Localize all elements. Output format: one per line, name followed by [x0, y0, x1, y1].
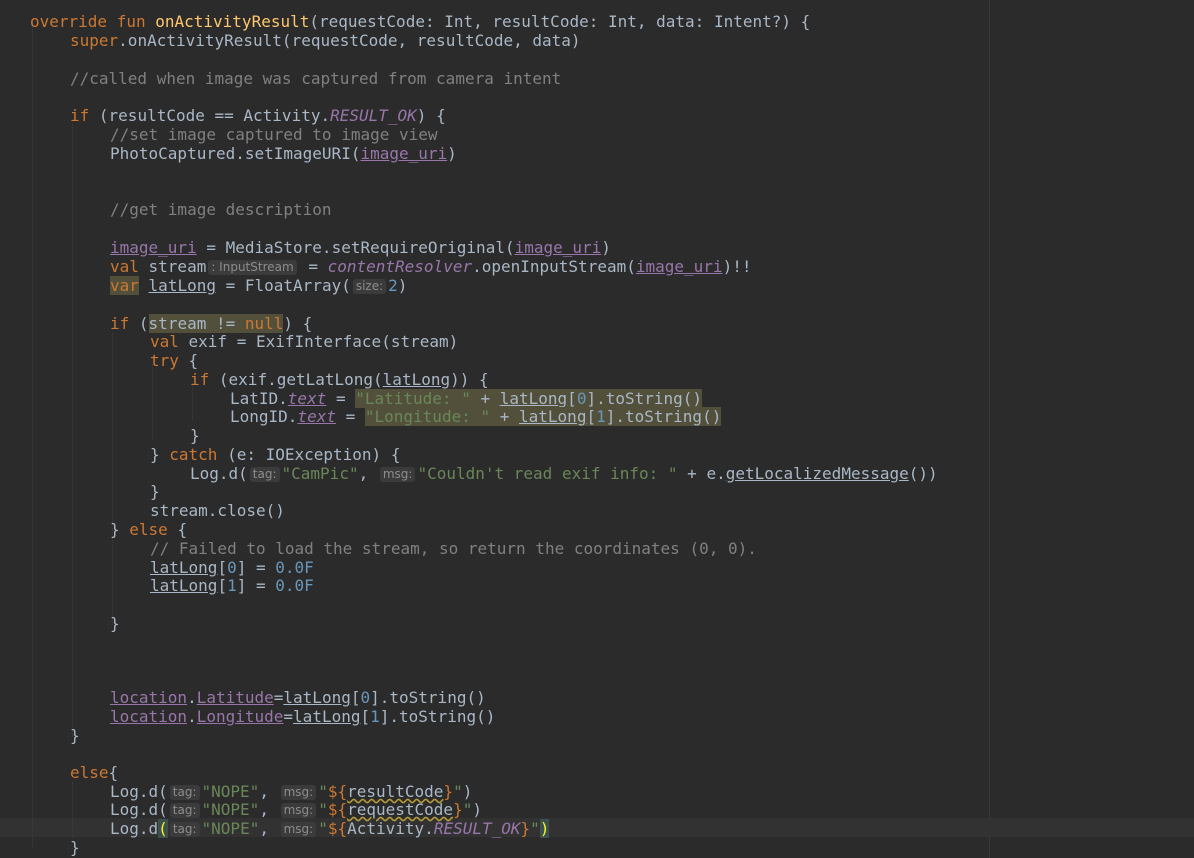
parameter-hint: msg: — [280, 803, 317, 818]
code-line-45[interactable]: } — [70, 838, 80, 857]
code-editor[interactable]: override fun onActivityResult(requestCod… — [0, 0, 1194, 858]
code-line-29[interactable]: // Failed to load the stream, so return … — [150, 539, 757, 558]
indent-guide — [32, 22, 34, 848]
code-line-18[interactable]: val exif = ExifInterface(stream) — [150, 332, 458, 351]
code-line-43[interactable]: Log.d(tag: "NOPE", msg: "${requestCode}") — [110, 800, 482, 819]
parameter-hint: size: — [352, 279, 387, 294]
code-line-6[interactable]: if (resultCode == Activity.RESULT_OK) { — [70, 106, 446, 125]
code-line-1[interactable]: override fun onActivityResult(requestCod… — [30, 12, 810, 31]
parameter-hint: tag: — [249, 467, 280, 482]
code-line-38[interactable]: location.Longitude=latLong[1].toString() — [110, 707, 495, 726]
parameter-hint: msg: — [280, 785, 317, 800]
indent-guide — [112, 333, 114, 623]
type-hint: : InputStream — [208, 260, 297, 275]
code-line-44[interactable]: Log.d(tag: "NOPE", msg: "${Activity.RESULT… — [110, 819, 550, 838]
code-line-31[interactable]: latLong[1] = 0.0F — [150, 576, 314, 595]
code-line-4[interactable]: //called when image was captured from ca… — [70, 69, 561, 88]
parameter-hint: msg: — [379, 467, 416, 482]
parameter-hint: msg: — [280, 822, 317, 837]
code-line-30[interactable]: latLong[0] = 0.0F — [150, 558, 314, 577]
code-line-23[interactable]: } — [190, 426, 200, 445]
code-line-8[interactable]: PhotoCaptured.setImageURI(image_uri) — [110, 144, 457, 163]
code-line-28[interactable]: } else { — [110, 520, 187, 539]
code-line-33[interactable]: } — [110, 614, 120, 633]
indent-guide — [152, 364, 154, 440]
right-margin-guide — [989, 0, 990, 858]
parameter-hint: tag: — [169, 803, 200, 818]
code-line-26[interactable]: } — [150, 482, 160, 501]
code-line-20[interactable]: if (exif.getLatLong(latLong)) { — [190, 370, 489, 389]
code-line-13[interactable]: image_uri = MediaStore.setRequireOrigina… — [110, 238, 611, 257]
parameter-hint: tag: — [169, 822, 200, 837]
code-line-17[interactable]: if (stream != null) { — [110, 314, 312, 333]
parameter-hint: tag: — [169, 785, 200, 800]
code-line-39[interactable]: } — [70, 726, 80, 745]
code-line-11[interactable]: //get image description — [110, 200, 332, 219]
code-line-27[interactable]: stream.close() — [150, 501, 285, 520]
code-line-7[interactable]: //set image captured to image view — [110, 125, 438, 144]
indent-guide — [72, 782, 74, 838]
code-line-25[interactable]: Log.d(tag: "CamPic", msg: "Couldn't read e… — [190, 464, 938, 483]
code-line-2[interactable]: super.onActivityResult(requestCode, resu… — [70, 31, 581, 50]
code-line-22[interactable]: LongID.text = "Longitude: " + latLong[1]… — [230, 407, 722, 426]
code-line-14[interactable]: val stream: InputStream = contentResolve… — [110, 257, 751, 276]
indent-guide — [72, 124, 74, 736]
code-line-42[interactable]: Log.d(tag: "NOPE", msg: "${resultCode}") — [110, 782, 472, 801]
code-line-37[interactable]: location.Latitude=latLong[0].toString() — [110, 688, 486, 707]
code-line-19[interactable]: try { — [150, 351, 198, 370]
code-line-41[interactable]: else{ — [70, 763, 118, 782]
code-line-24[interactable]: } catch (e: IOException) { — [150, 445, 400, 464]
code-line-15[interactable]: var latLong = FloatArray(size: 2) — [110, 276, 407, 295]
code-line-21[interactable]: LatID.text = "Latitude: " + latLong[0].t… — [230, 389, 703, 408]
